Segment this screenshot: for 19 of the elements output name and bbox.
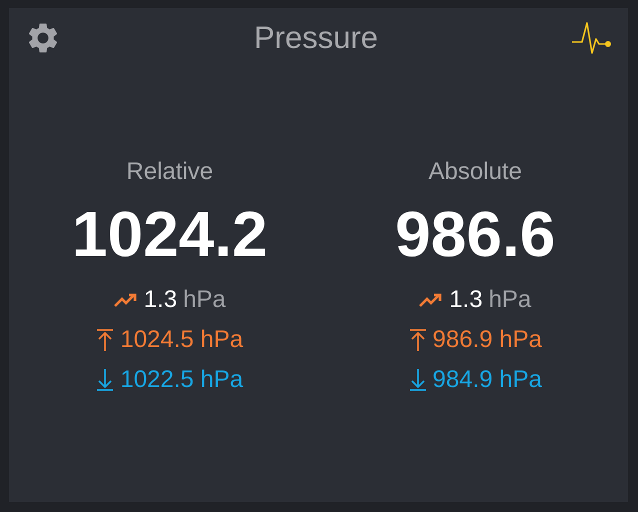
arrow-up-to-line-icon <box>96 328 114 352</box>
arrow-up-to-line-icon <box>408 328 427 352</box>
trend-unit: hPa <box>488 286 532 313</box>
trend-unit: hPa <box>183 286 226 313</box>
pressure-value: 1024.2 <box>72 202 268 266</box>
pressure-value: 986.6 <box>395 202 556 266</box>
reading-label: Relative <box>126 158 214 186</box>
arrow-down-to-line-icon <box>96 368 114 392</box>
trend-value: 1.3 <box>449 286 483 313</box>
trend-up-icon <box>114 292 138 308</box>
max-value: 1024.5 hPa <box>120 326 244 353</box>
arrow-down-to-line-icon <box>408 368 427 392</box>
max-value: 986.9 hPa <box>432 326 542 353</box>
trend-value: 1.3 <box>144 286 178 313</box>
min-value: 984.9 hPa <box>432 366 542 393</box>
min-value: 1022.5 hPa <box>120 366 244 393</box>
reading-label: Absolute <box>428 158 522 186</box>
widget-title: Pressure <box>254 20 378 56</box>
trend-up-icon <box>419 292 444 308</box>
